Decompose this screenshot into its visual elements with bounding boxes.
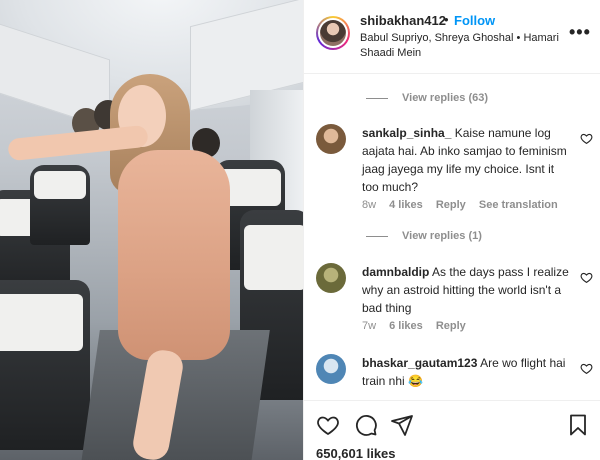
comment-likes-count[interactable]: 4 likes [389, 199, 423, 211]
comment-age: 8w [362, 199, 377, 211]
comment-meta: 7w 6 likes Reply [362, 320, 476, 332]
comment-text-block: bhaskar_gautam123 Are wo flight hai trai… [362, 354, 574, 390]
post-header: shibakhan412 • Follow Babul Supriyo, Shr… [304, 0, 600, 74]
post-actions-bar: 650,601 likes [304, 400, 600, 460]
author-avatar[interactable] [316, 16, 350, 50]
comment-like-icon[interactable] [580, 362, 593, 375]
share-icon[interactable] [390, 413, 414, 437]
comment-age: 7w [362, 320, 377, 332]
comment-text-block: sankalp_sinha_ Kaise namune log aajata h… [362, 124, 574, 196]
see-translation-button[interactable]: See translation [479, 199, 558, 211]
header-separator: • [444, 12, 449, 27]
commenter-avatar[interactable] [316, 354, 346, 384]
replies-divider [366, 235, 388, 237]
comment-text-block: damnbaldip As the days pass I realize wh… [362, 263, 574, 317]
author-username[interactable]: shibakhan412 [360, 13, 446, 28]
airplane-seat [30, 165, 90, 245]
more-options-icon[interactable]: ••• [569, 22, 591, 43]
view-replies-button[interactable]: View replies (63) [366, 92, 488, 104]
comment-icon[interactable] [354, 413, 378, 437]
comments-list[interactable]: View replies (63) sankalp_sinha_ Kaise n… [304, 74, 600, 400]
comment-username[interactable]: bhaskar_gautam123 [362, 356, 477, 370]
comment-like-icon[interactable] [580, 271, 593, 284]
heart-icon[interactable] [316, 413, 340, 437]
airplane-seat [0, 280, 90, 450]
comment-meta: 8w 4 likes Reply See translation [362, 199, 568, 211]
woman-dress [118, 150, 230, 360]
bookmark-icon[interactable] [566, 413, 590, 437]
replies-divider [366, 97, 388, 99]
post-side-panel: shibakhan412 • Follow Babul Supriyo, Shr… [303, 0, 600, 460]
comment-username[interactable]: sankalp_sinha_ [362, 126, 451, 140]
likes-count[interactable]: 650,601 likes [316, 446, 396, 460]
comment-username[interactable]: damnbaldip [362, 265, 429, 279]
audio-attribution[interactable]: Babul Supriyo, Shreya Ghoshal • Hamari S… [360, 31, 570, 61]
view-replies-button[interactable]: View replies (1) [366, 230, 482, 242]
view-replies-label: View replies (63) [402, 92, 489, 104]
commenter-avatar[interactable] [316, 263, 346, 293]
comment-like-icon[interactable] [580, 132, 593, 145]
view-replies-label: View replies (1) [402, 230, 482, 242]
post-media-video[interactable] [0, 0, 303, 460]
reply-button[interactable]: Reply [436, 199, 466, 211]
commenter-avatar[interactable] [316, 124, 346, 154]
comment-likes-count[interactable]: 6 likes [389, 320, 423, 332]
follow-button[interactable]: Follow [454, 13, 495, 28]
reply-button[interactable]: Reply [436, 320, 466, 332]
